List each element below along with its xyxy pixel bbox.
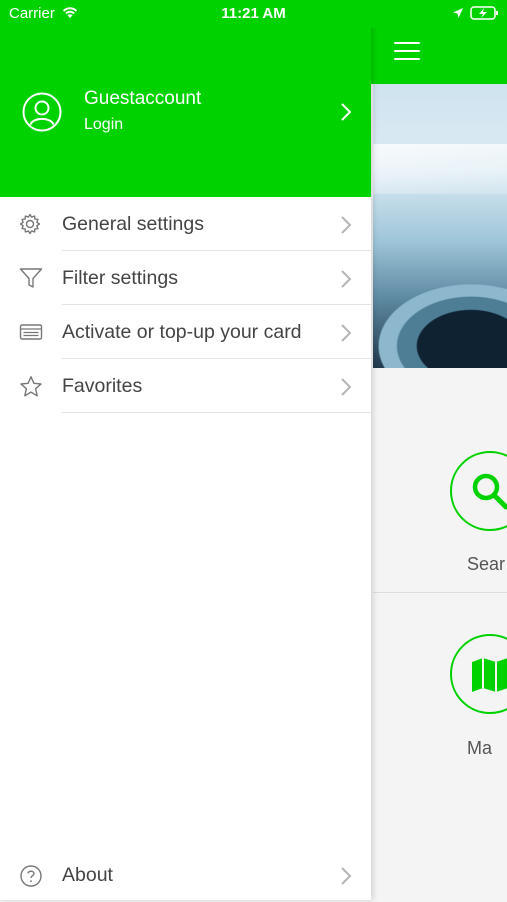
menu-item-activate-card[interactable]: Activate or top-up your card	[0, 305, 371, 359]
search-button[interactable]	[450, 451, 507, 531]
gear-icon	[19, 213, 41, 240]
menu-item-favorites[interactable]: Favorites	[0, 359, 371, 413]
divider	[62, 412, 371, 413]
map-icon	[472, 658, 507, 692]
chevron-right-icon	[340, 323, 352, 348]
search-icon	[472, 473, 507, 510]
menu-item-label: Activate or top-up your card	[62, 321, 302, 343]
login-link[interactable]: Login	[84, 116, 123, 134]
side-drawer: Guestaccount Login General settings Filt…	[0, 0, 371, 900]
chevron-right-icon	[340, 269, 352, 294]
app-header	[371, 28, 507, 84]
star-icon	[19, 375, 43, 404]
clock: 11:21 AM	[221, 5, 286, 22]
divider	[373, 592, 507, 593]
card-icon	[19, 321, 43, 348]
battery-icon	[470, 5, 500, 26]
drawer-header: Guestaccount Login	[0, 0, 371, 197]
chevron-right-icon	[340, 215, 352, 240]
status-bar: Carrier 11:21 AM	[0, 0, 507, 28]
chevron-right-icon	[340, 102, 352, 127]
profile-row[interactable]: Guestaccount Login	[0, 80, 371, 144]
filter-icon	[19, 267, 43, 294]
menu-item-label: Favorites	[62, 375, 143, 397]
hero-image	[373, 84, 507, 368]
profile-name: Guestaccount	[84, 88, 202, 109]
map-button-label: Ma	[467, 738, 493, 758]
menu-item-general-settings[interactable]: General settings	[0, 197, 371, 251]
menu-item-label: Filter settings	[62, 267, 178, 289]
location-arrow-icon	[452, 6, 464, 24]
menu-item-filter-settings[interactable]: Filter settings	[0, 251, 371, 305]
user-avatar-icon	[22, 92, 62, 137]
map-button[interactable]	[450, 634, 507, 714]
hamburger-menu-icon[interactable]	[394, 42, 420, 62]
chevron-right-icon	[340, 866, 352, 891]
menu-item-about[interactable]: About	[0, 848, 371, 902]
search-button-label: Sear	[467, 554, 506, 574]
main-app-screen: Sear Ma	[371, 0, 507, 900]
menu-item-label: General settings	[62, 213, 204, 235]
help-icon	[19, 864, 43, 893]
drawer-menu: General settings Filter settings Activat…	[0, 197, 371, 413]
menu-item-label: About	[62, 864, 113, 886]
chevron-right-icon	[340, 377, 352, 402]
